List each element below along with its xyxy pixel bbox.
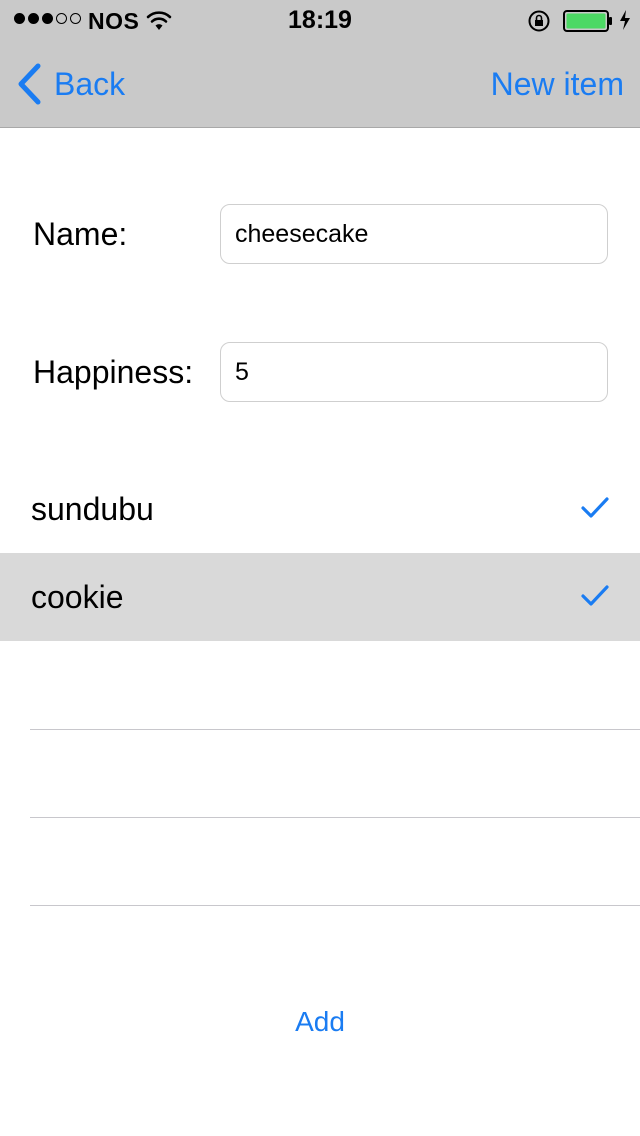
happiness-label: Happiness: <box>33 354 194 390</box>
row-separator <box>30 817 640 818</box>
list-item[interactable]: sundubu <box>0 465 640 553</box>
list-item[interactable]: cookie <box>0 553 640 641</box>
add-button[interactable]: Add <box>0 1000 640 1044</box>
happiness-field[interactable] <box>220 342 608 402</box>
name-field[interactable] <box>220 204 608 264</box>
status-bar: NOS 18:19 <box>0 0 640 40</box>
bolt-icon <box>620 10 630 30</box>
name-label: Name: <box>33 216 128 252</box>
chevron-left-icon <box>18 63 41 105</box>
orientation-lock-icon <box>528 10 550 32</box>
checkmark-icon <box>581 585 609 606</box>
checkmark-icon <box>581 497 609 518</box>
list-item-label: sundubu <box>31 491 154 527</box>
row-separator <box>30 729 640 730</box>
battery-icon <box>563 10 612 32</box>
navigation-header: NOS 18:19 Back New item <box>0 0 640 128</box>
new-item-button[interactable]: New item <box>491 62 624 106</box>
back-label: Back <box>54 65 126 102</box>
list-item-label: cookie <box>31 579 124 615</box>
back-button[interactable]: Back <box>16 62 125 106</box>
row-separator <box>30 905 640 906</box>
